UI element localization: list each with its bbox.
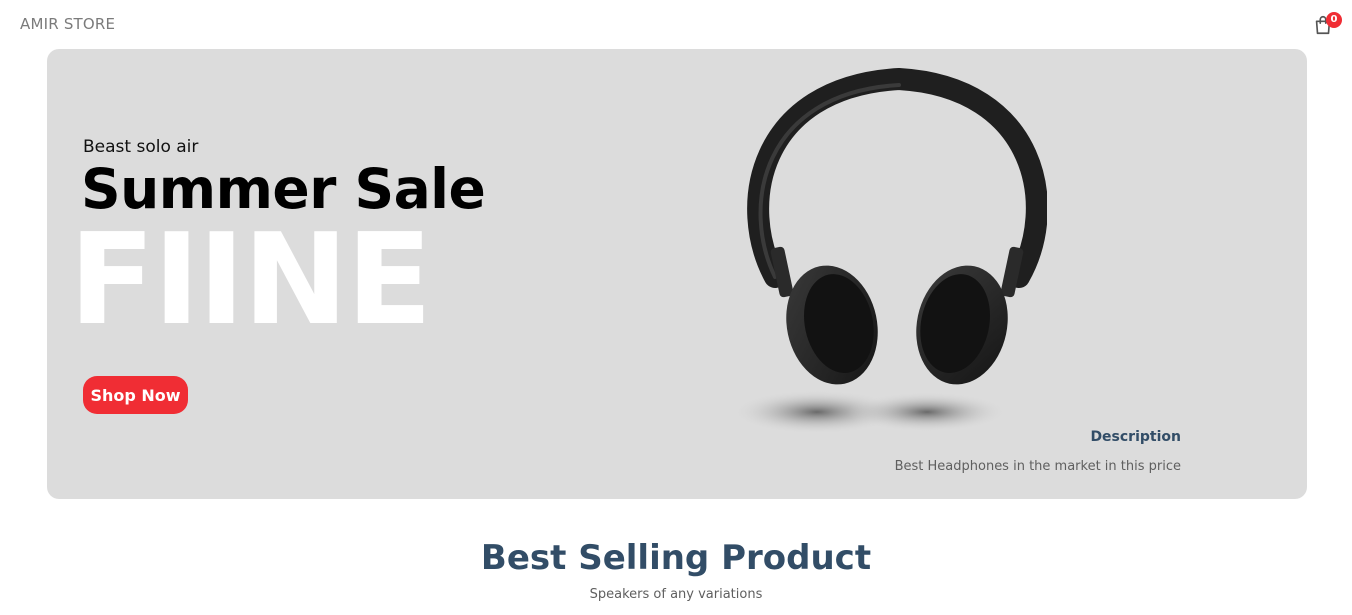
description-title: Description [1090,429,1181,445]
hero-banner: Beast solo air Summer Sale FIINE Shop No… [47,49,1307,499]
best-selling-subtitle: Speakers of any variations [589,587,763,602]
hero-description: Description Best Headphones in the marke… [895,429,1181,474]
cart-button[interactable]: 0 [1312,12,1342,38]
cart-count-badge: 0 [1326,12,1342,28]
store-logo[interactable]: AMIR STORE [20,15,115,33]
headphones-image [732,67,1047,434]
hero-large-text: FIINE [69,206,432,353]
shop-now-button[interactable]: Shop Now [83,376,188,414]
description-text: Best Headphones in the market in this pr… [894,459,1181,474]
navbar: AMIR STORE 0 [0,0,1352,48]
best-selling-title: Best Selling Product [480,538,872,578]
hero-small-text: Beast solo air [83,137,199,157]
